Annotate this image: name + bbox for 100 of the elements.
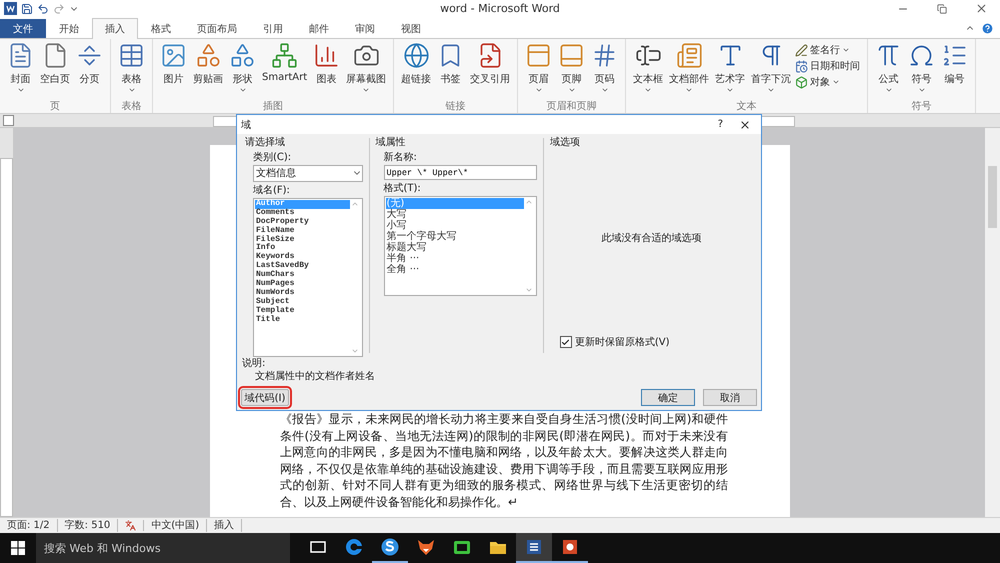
list-item[interactable]: 大写: [386, 209, 524, 220]
ribbon-button[interactable]: 图表: [311, 42, 342, 101]
word-app-icon[interactable]: [524, 537, 544, 557]
ribbon-button[interactable]: 公式: [873, 42, 904, 101]
tab-selector[interactable]: [3, 115, 14, 126]
list-item[interactable]: 半角 ···: [386, 253, 524, 264]
field-name-list[interactable]: Author Comments DocProperty FileName FileSize Info Keywords LastSavedBy NumChars NumPages NumWords Subject Template Title: [253, 198, 363, 357]
ribbon-button[interactable]: 艺术字: [713, 42, 748, 101]
ribbon-tab[interactable]: 邮件: [296, 19, 342, 38]
field-label: 类别(C):: [253, 151, 292, 164]
format-list[interactable]: (无) 大写 小写 第一个字母大写 标题大写 半角 ··· 全角 ···: [384, 196, 537, 296]
document-parts-icon: [676, 42, 703, 69]
vertical-scrollbar[interactable]: [985, 128, 1000, 517]
ribbon-button[interactable]: SmartArt: [260, 42, 310, 101]
ribbon-tab[interactable]: 开始: [46, 19, 92, 38]
search-field[interactable]: 搜索 Web 和 Windows: [36, 533, 290, 563]
ribbon-button[interactable]: 页码: [589, 42, 620, 101]
ribbon-button[interactable]: 封面: [5, 42, 36, 101]
ribbon-small-button[interactable]: 对象: [795, 75, 862, 89]
swirl-icon[interactable]: [380, 537, 400, 557]
ribbon-button[interactable]: 文档部件: [667, 42, 712, 101]
caret-icon: [362, 86, 370, 94]
ok-button[interactable]: 确定: [641, 389, 695, 406]
fox-icon[interactable]: [416, 537, 436, 557]
ribbon-button[interactable]: 形状: [227, 42, 258, 101]
field-label: 格式(T):: [384, 182, 422, 195]
calendar-icon: [795, 60, 808, 72]
ribbon-button[interactable]: 页眉: [523, 42, 554, 101]
category-dropdown[interactable]: 文档信息: [253, 165, 363, 182]
dialog-title: 域: [241, 118, 251, 132]
diagram-icon: [271, 42, 298, 69]
list-item[interactable]: NumPages: [255, 280, 350, 289]
list-item[interactable]: Info: [255, 244, 350, 254]
scrollbar-thumb[interactable]: [988, 166, 997, 228]
ribbon-button[interactable]: 编号: [939, 42, 970, 101]
list-item[interactable]: FileSize: [255, 236, 350, 244]
ribbon-button[interactable]: 书签: [435, 42, 466, 101]
close-icon[interactable]: [975, 2, 988, 15]
list-item[interactable]: 小写: [386, 220, 524, 231]
help-button[interactable]: ?: [712, 119, 729, 130]
description-text: 文档属性中的文档作者姓名: [255, 370, 376, 383]
ribbon-tab[interactable]: 插入: [92, 18, 138, 39]
window-title: word - Microsoft Word: [440, 2, 560, 15]
ribbon-tab[interactable]: 视图: [388, 19, 434, 38]
globe-icon: [402, 42, 430, 69]
list-item[interactable]: Keywords: [255, 253, 350, 262]
caret-icon: [644, 86, 652, 94]
ribbon-button[interactable]: 页脚: [556, 42, 588, 101]
caret-icon: [884, 86, 893, 94]
ribbon-button[interactable]: 剪贴画: [191, 42, 225, 101]
list-item[interactable]: Subject: [255, 298, 350, 307]
new-name-field[interactable]: Upper \* Upper\*: [384, 165, 537, 180]
ribbon-tab[interactable]: 页面布局: [184, 19, 250, 38]
undo-icon[interactable]: [37, 2, 49, 14]
ribbon-tab[interactable]: 审阅: [342, 19, 388, 38]
save-icon[interactable]: [21, 2, 33, 14]
windows-logo-icon[interactable]: [11, 541, 25, 555]
ribbon-button[interactable]: 图片: [158, 42, 189, 101]
restore-icon[interactable]: [937, 4, 947, 14]
browser-icon[interactable]: [344, 537, 364, 557]
section-heading: 请选择域: [245, 136, 286, 149]
ribbon-button[interactable]: 屏幕截图: [344, 42, 388, 101]
checkbox-label: 更新时保留原格式(V): [574, 336, 670, 349]
list-item[interactable]: DocProperty: [255, 218, 350, 227]
ribbon-tab[interactable]: 引用: [250, 19, 296, 38]
list-item[interactable]: 第一个字母大写: [386, 231, 524, 242]
ribbon-button[interactable]: 超链接: [399, 42, 434, 101]
list-item[interactable]: 标题大写: [386, 242, 524, 253]
caret-icon: [918, 86, 926, 94]
section-heading: 域属性: [376, 136, 407, 149]
list-item[interactable]: Comments: [255, 208, 350, 218]
list-item[interactable]: LastSavedBy: [255, 262, 350, 272]
proofing-icon[interactable]: [125, 520, 136, 531]
caret-icon: [238, 86, 246, 94]
list-item[interactable]: NumChars: [255, 271, 350, 280]
field-codes-button[interactable]: 域代码(I): [241, 389, 289, 406]
file-tab[interactable]: 文件: [0, 19, 46, 38]
list-item[interactable]: Template: [255, 306, 350, 316]
list-item[interactable]: 全角 ···: [386, 264, 524, 275]
list-item[interactable]: FileName: [255, 226, 350, 236]
ribbon-small-button[interactable]: 签名行: [795, 43, 862, 57]
ribbon-button[interactable]: 表格: [116, 42, 147, 101]
ribbon-tab[interactable]: 格式: [138, 19, 184, 38]
help-icon[interactable]: [981, 22, 994, 35]
list-item[interactable]: Title: [255, 316, 350, 325]
ribbon-button[interactable]: 交叉引用: [468, 42, 512, 101]
ribbon-small-button[interactable]: 日期和时间: [795, 59, 862, 73]
taskbar-app[interactable]: [516, 533, 552, 563]
list-item[interactable]: NumWords: [255, 288, 350, 298]
cancel-button[interactable]: 取消: [703, 389, 757, 406]
close-icon[interactable]: [739, 118, 751, 130]
ribbon-button[interactable]: 符号: [906, 42, 938, 101]
ribbon-button[interactable]: 分页: [74, 42, 105, 101]
ribbon-button[interactable]: 文本框: [631, 42, 666, 101]
image-icon: [160, 42, 187, 69]
section-heading: 域选项: [550, 136, 581, 149]
ribbon-button[interactable]: 首字下沉: [749, 42, 794, 101]
status-text: 页面: 1/2: [0, 519, 58, 532]
keep-format-checkbox[interactable]: [560, 336, 572, 348]
ribbon-button[interactable]: 空白页: [38, 42, 72, 101]
